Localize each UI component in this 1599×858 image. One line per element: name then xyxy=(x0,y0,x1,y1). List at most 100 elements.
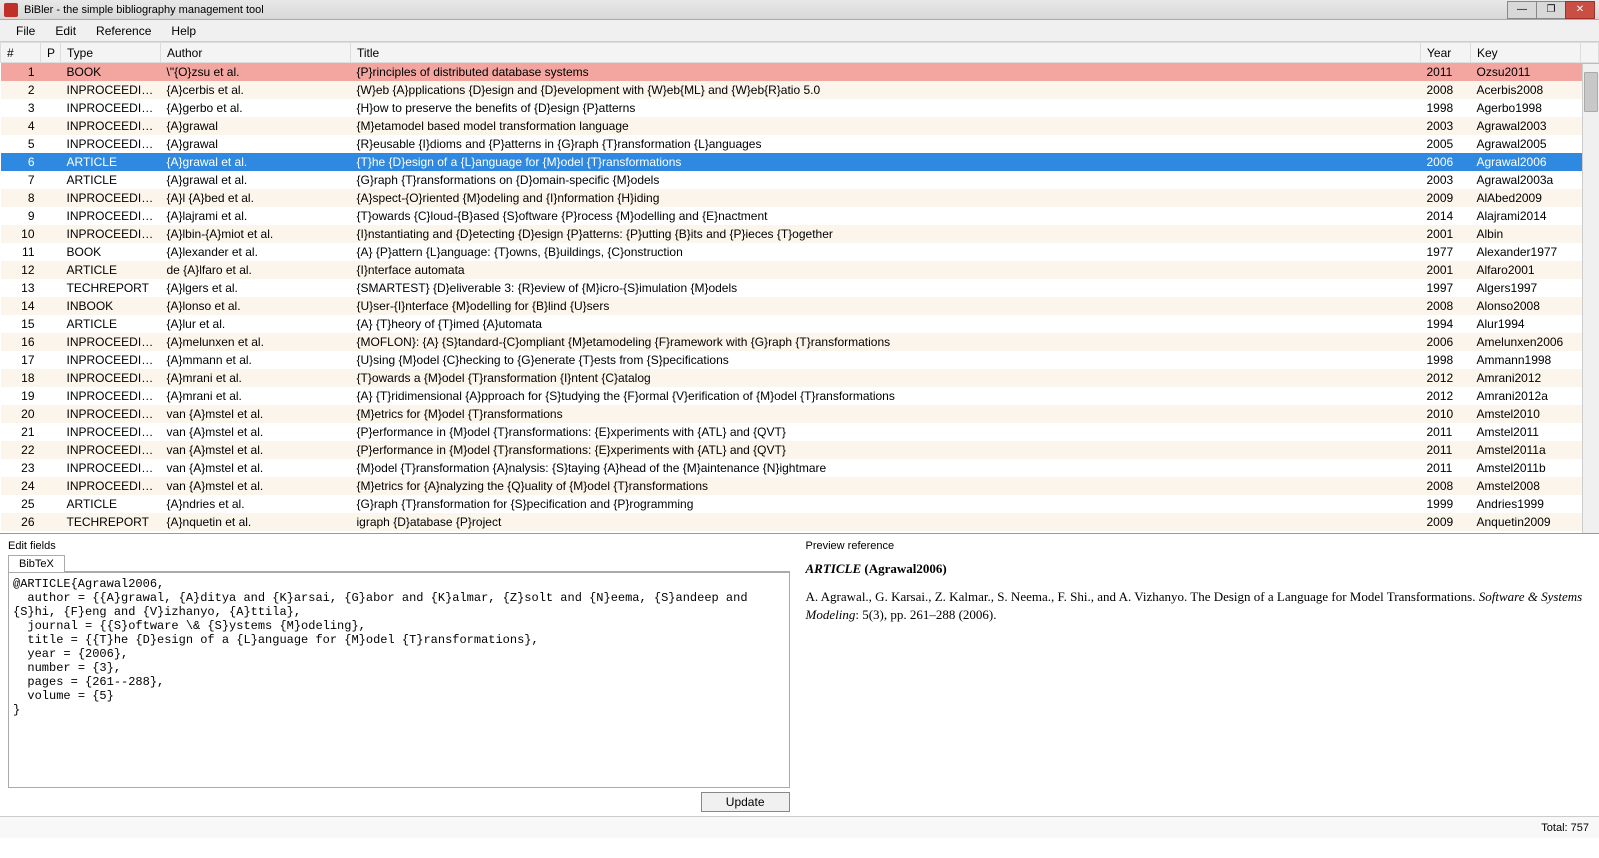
table-row[interactable]: 23INPROCEEDIN...van {A}mstel et al.{M}od… xyxy=(1,459,1599,477)
cell-p xyxy=(41,513,61,531)
col-header-num[interactable]: # xyxy=(1,43,41,63)
cell-num: 16 xyxy=(1,333,41,351)
table-row[interactable]: 1BOOK\"{O}zsu et al.{P}rinciples of dist… xyxy=(1,63,1599,81)
cell-key: Agrawal2003a xyxy=(1471,171,1581,189)
cell-title: {T}owards a {M}odel {T}ransformation {I}… xyxy=(351,369,1421,387)
table-row[interactable]: 20INPROCEEDIN...van {A}mstel et al.{M}et… xyxy=(1,405,1599,423)
col-header-year[interactable]: Year xyxy=(1421,43,1471,63)
table-row[interactable]: 24INPROCEEDIN...van {A}mstel et al.{M}et… xyxy=(1,477,1599,495)
bibtex-textarea[interactable] xyxy=(8,572,790,788)
cell-num: 26 xyxy=(1,513,41,531)
table-row[interactable]: 10INPROCEEDIN...{A}lbin-{A}miot et al.{I… xyxy=(1,225,1599,243)
vertical-scrollbar[interactable] xyxy=(1582,64,1599,533)
col-header-key[interactable]: Key xyxy=(1471,43,1581,63)
cell-title: {SMARTEST} {D}eliverable 3: {R}eview of … xyxy=(351,279,1421,297)
cell-author: van {A}mstel et al. xyxy=(161,477,351,495)
table-row[interactable]: 3INPROCEEDIN...{A}gerbo et al.{H}ow to p… xyxy=(1,99,1599,117)
cell-type: ARTICLE xyxy=(61,315,161,333)
cell-type: INPROCEEDIN... xyxy=(61,117,161,135)
table-row[interactable]: 5INPROCEEDIN...{A}grawal{R}eusable {I}di… xyxy=(1,135,1599,153)
cell-num: 21 xyxy=(1,423,41,441)
cell-author: {A}grawal et al. xyxy=(161,153,351,171)
table-row[interactable]: 25ARTICLE{A}ndries et al.{G}raph {T}rans… xyxy=(1,495,1599,513)
edit-tabstrip: BibTeX xyxy=(8,554,790,572)
cell-num: 18 xyxy=(1,369,41,387)
table-row[interactable]: 6ARTICLE{A}grawal et al.{T}he {D}esign o… xyxy=(1,153,1599,171)
table-row[interactable]: 4INPROCEEDIN...{A}grawal{M}etamodel base… xyxy=(1,117,1599,135)
cell-num: 6 xyxy=(1,153,41,171)
cell-key: Alexander1977 xyxy=(1471,243,1581,261)
table-row[interactable]: 8INPROCEEDIN...{A}l {A}bed et al.{A}spec… xyxy=(1,189,1599,207)
cell-key: AlAbed2009 xyxy=(1471,189,1581,207)
table-row[interactable]: 15ARTICLE{A}lur et al.{A} {T}heory of {T… xyxy=(1,315,1599,333)
cell-author: {A}mmann et al. xyxy=(161,351,351,369)
cell-type: INPROCEEDIN... xyxy=(61,135,161,153)
table-row[interactable]: 26TECHREPORT{A}nquetin et al.igraph {D}a… xyxy=(1,513,1599,531)
cell-type: ARTICLE xyxy=(61,171,161,189)
cell-key: Anquetin2009 xyxy=(1471,513,1581,531)
cell-num: 10 xyxy=(1,225,41,243)
cell-num: 15 xyxy=(1,315,41,333)
cell-title: {T}owards {C}loud-{B}ased {S}oftware {P}… xyxy=(351,207,1421,225)
cell-year: 1997 xyxy=(1421,279,1471,297)
cell-title: {T}he {D}esign of a {L}anguage for {M}od… xyxy=(351,153,1421,171)
cell-key: Amrani2012a xyxy=(1471,387,1581,405)
table-row[interactable]: 9INPROCEEDIN...{A}lajrami et al.{T}oward… xyxy=(1,207,1599,225)
cell-year: 2008 xyxy=(1421,81,1471,99)
menu-edit[interactable]: Edit xyxy=(45,22,86,40)
cell-key: Agerbo1998 xyxy=(1471,99,1581,117)
table-row[interactable]: 18INPROCEEDIN...{A}mrani et al.{T}owards… xyxy=(1,369,1599,387)
preview-citation: A. Agrawal., G. Karsai., Z. Kalmar., S. … xyxy=(806,588,1588,624)
cell-num: 20 xyxy=(1,405,41,423)
table-row[interactable]: 11BOOK{A}lexander et al.{A} {P}attern {L… xyxy=(1,243,1599,261)
tab-bibtex[interactable]: BibTeX xyxy=(8,555,65,572)
cell-year: 2011 xyxy=(1421,441,1471,459)
cell-type: INPROCEEDIN... xyxy=(61,207,161,225)
table-row[interactable]: 16INPROCEEDIN...{A}melunxen et al.{MOFLO… xyxy=(1,333,1599,351)
cell-p xyxy=(41,333,61,351)
table-row[interactable]: 14INBOOK{A}lonso et al.{U}ser-{I}nterfac… xyxy=(1,297,1599,315)
close-button[interactable]: ✕ xyxy=(1565,1,1595,19)
col-header-type[interactable]: Type xyxy=(61,43,161,63)
col-header-title[interactable]: Title xyxy=(351,43,1421,63)
table-row[interactable]: 2INPROCEEDIN...{A}cerbis et al.{W}eb {A}… xyxy=(1,81,1599,99)
table-row[interactable]: 17INPROCEEDIN...{A}mmann et al.{U}sing {… xyxy=(1,351,1599,369)
cell-author: {A}lexander et al. xyxy=(161,243,351,261)
preview-label: Preview reference xyxy=(806,540,1588,552)
cell-type: INPROCEEDIN... xyxy=(61,423,161,441)
cell-p xyxy=(41,153,61,171)
cell-p xyxy=(41,297,61,315)
update-button[interactable]: Update xyxy=(701,792,790,812)
maximize-button[interactable]: ❐ xyxy=(1536,1,1566,19)
table-row[interactable]: 12ARTICLEde {A}lfaro et al.{I}nterface a… xyxy=(1,261,1599,279)
cell-author: {A}lbin-{A}miot et al. xyxy=(161,225,351,243)
cell-year: 2008 xyxy=(1421,477,1471,495)
cell-year: 1977 xyxy=(1421,243,1471,261)
cell-title: {A} {T}heory of {T}imed {A}utomata xyxy=(351,315,1421,333)
menu-file[interactable]: File xyxy=(6,22,45,40)
cell-year: 2008 xyxy=(1421,297,1471,315)
cell-author: {A}grawal xyxy=(161,135,351,153)
cell-title: {H}ow to preserve the benefits of {D}esi… xyxy=(351,99,1421,117)
minimize-button[interactable]: — xyxy=(1507,1,1537,19)
table-row[interactable]: 22INPROCEEDIN...van {A}mstel et al.{P}er… xyxy=(1,441,1599,459)
cell-type: INPROCEEDIN... xyxy=(61,333,161,351)
cell-title: {G}raph {T}ransformation for {S}pecifica… xyxy=(351,495,1421,513)
col-header-author[interactable]: Author xyxy=(161,43,351,63)
table-row[interactable]: 13TECHREPORT{A}lgers et al.{SMARTEST} {D… xyxy=(1,279,1599,297)
table-row[interactable]: 7ARTICLE{A}grawal et al.{G}raph {T}ransf… xyxy=(1,171,1599,189)
cell-num: 14 xyxy=(1,297,41,315)
table-row[interactable]: 21INPROCEEDIN...van {A}mstel et al.{P}er… xyxy=(1,423,1599,441)
cell-p xyxy=(41,243,61,261)
menu-help[interactable]: Help xyxy=(161,22,206,40)
cell-key: Amstel2011b xyxy=(1471,459,1581,477)
menu-reference[interactable]: Reference xyxy=(86,22,161,40)
col-header-p[interactable]: P xyxy=(41,43,61,63)
cell-num: 25 xyxy=(1,495,41,513)
cell-author: de {A}lfaro et al. xyxy=(161,261,351,279)
scrollbar-thumb[interactable] xyxy=(1584,72,1598,112)
table-row[interactable]: 19INPROCEEDIN...{A}mrani et al.{A} {T}ri… xyxy=(1,387,1599,405)
cell-num: 9 xyxy=(1,207,41,225)
cell-year: 2014 xyxy=(1421,207,1471,225)
cell-num: 11 xyxy=(1,243,41,261)
